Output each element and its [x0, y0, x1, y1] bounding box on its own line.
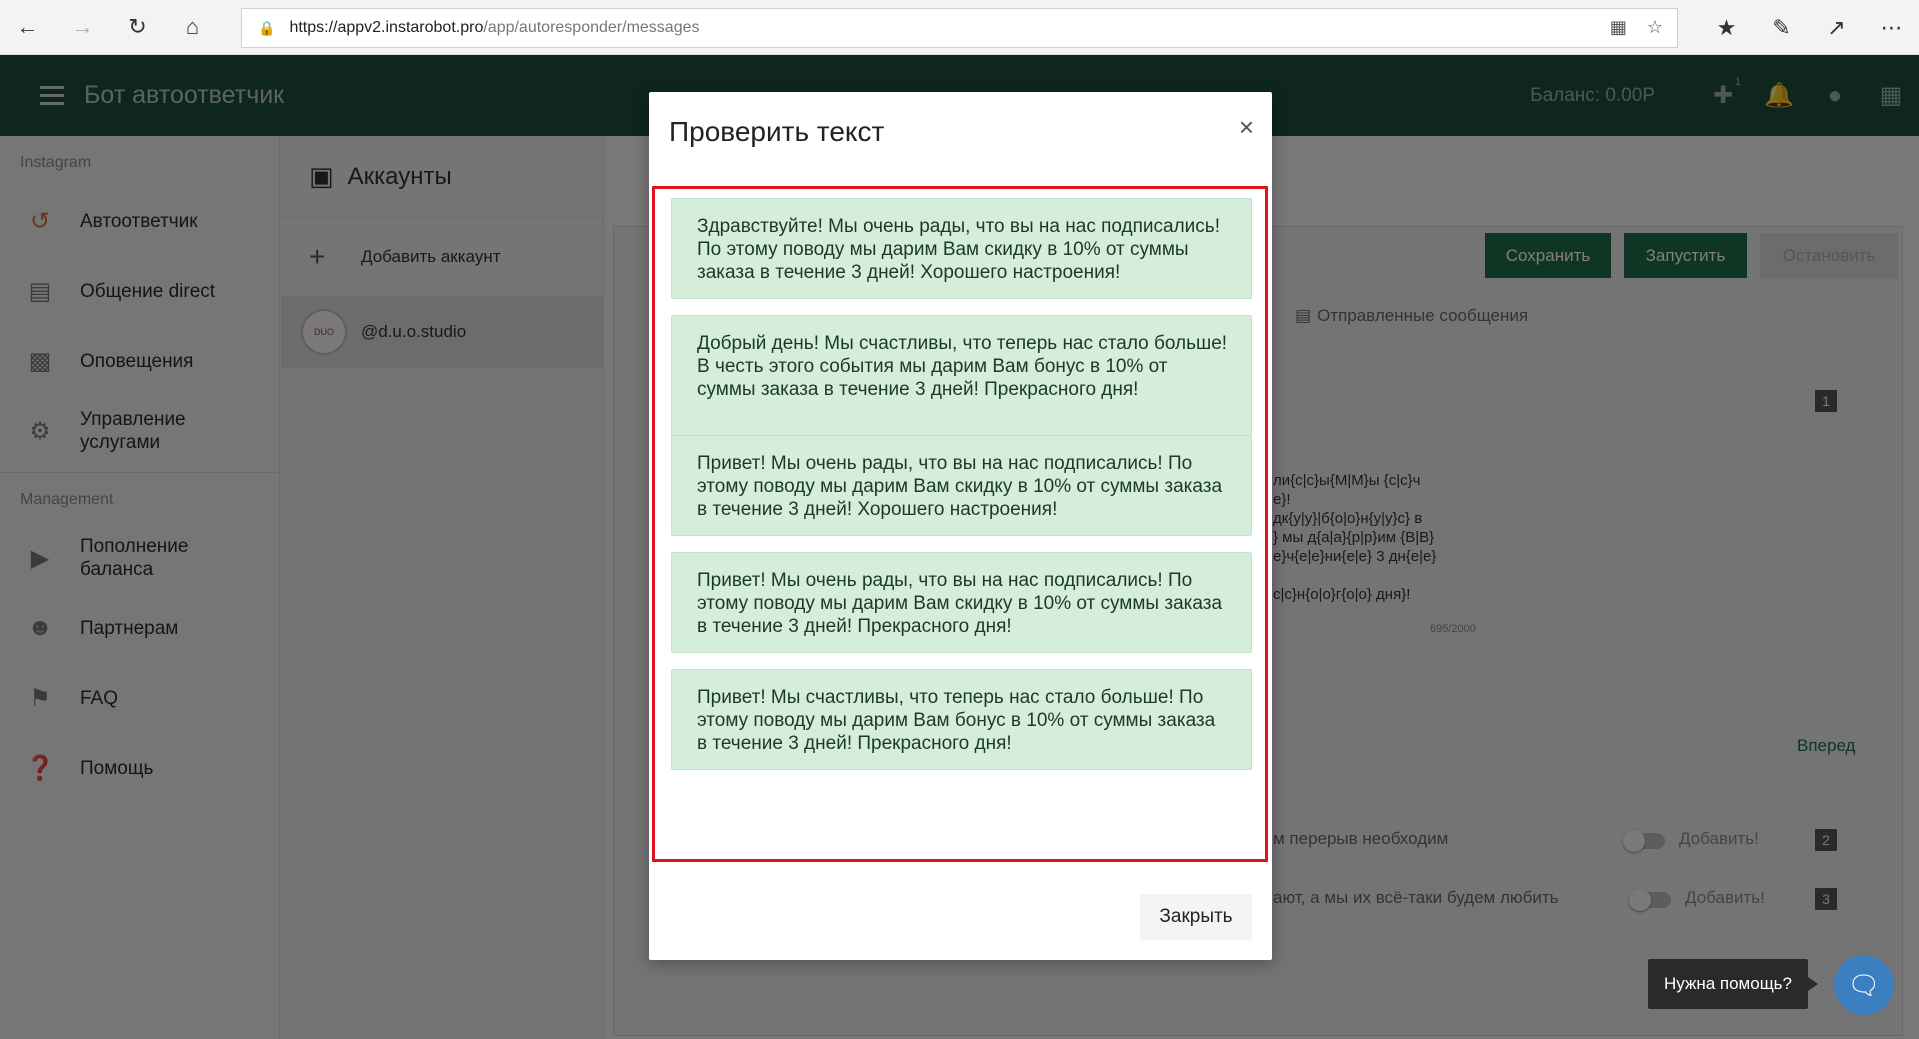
help-tooltip[interactable]: Нужна помощь? — [1648, 959, 1818, 1009]
forward-icon[interactable]: → — [55, 0, 110, 55]
back-icon[interactable]: ← — [0, 0, 55, 55]
pen-icon[interactable]: ✎ — [1754, 0, 1809, 55]
check-text-modal: Проверить текст × Здравствуйте! Мы очень… — [649, 92, 1272, 960]
address-bar[interactable]: 🔒 https://appv2.instarobot.pro/app/autor… — [241, 8, 1678, 48]
refresh-icon[interactable]: ↻ — [110, 0, 165, 55]
message-variant: Привет! Мы счастливы, что теперь нас ста… — [671, 669, 1252, 770]
message-variant: Привет! Мы очень рады, что вы на нас под… — [671, 435, 1252, 536]
url-path: /app/autoresponder/messages — [483, 19, 700, 36]
highlight-box: Здравствуйте! Мы очень рады, что вы на н… — [652, 186, 1268, 862]
home-icon[interactable]: ⌂ — [165, 0, 220, 55]
browser-toolbar: ← → ↻ ⌂ 🔒 https://appv2.instarobot.pro/a… — [0, 0, 1919, 55]
lock-icon: 🔒 — [258, 19, 276, 36]
favorite-star-icon[interactable]: ☆ — [1647, 17, 1663, 38]
url-host: https://appv2.instarobot.pro — [289, 19, 484, 36]
message-variant: Добрый день! Мы счастливы, что теперь на… — [671, 315, 1252, 439]
share-icon[interactable]: ↗ — [1809, 0, 1864, 55]
more-icon[interactable]: ⋯ — [1864, 0, 1919, 55]
chat-bubble-icon[interactable]: 🗨 — [1834, 955, 1894, 1015]
close-button[interactable]: Закрыть — [1140, 894, 1252, 940]
modal-title: Проверить текст — [669, 116, 885, 147]
message-variant: Здравствуйте! Мы очень рады, что вы на н… — [671, 198, 1252, 299]
close-icon[interactable]: × — [1239, 114, 1254, 140]
reader-view-icon[interactable]: ▦ — [1610, 17, 1627, 38]
favorites-icon[interactable]: ★ — [1699, 0, 1754, 55]
message-variant: Привет! Мы очень рады, что вы на нас под… — [671, 552, 1252, 653]
